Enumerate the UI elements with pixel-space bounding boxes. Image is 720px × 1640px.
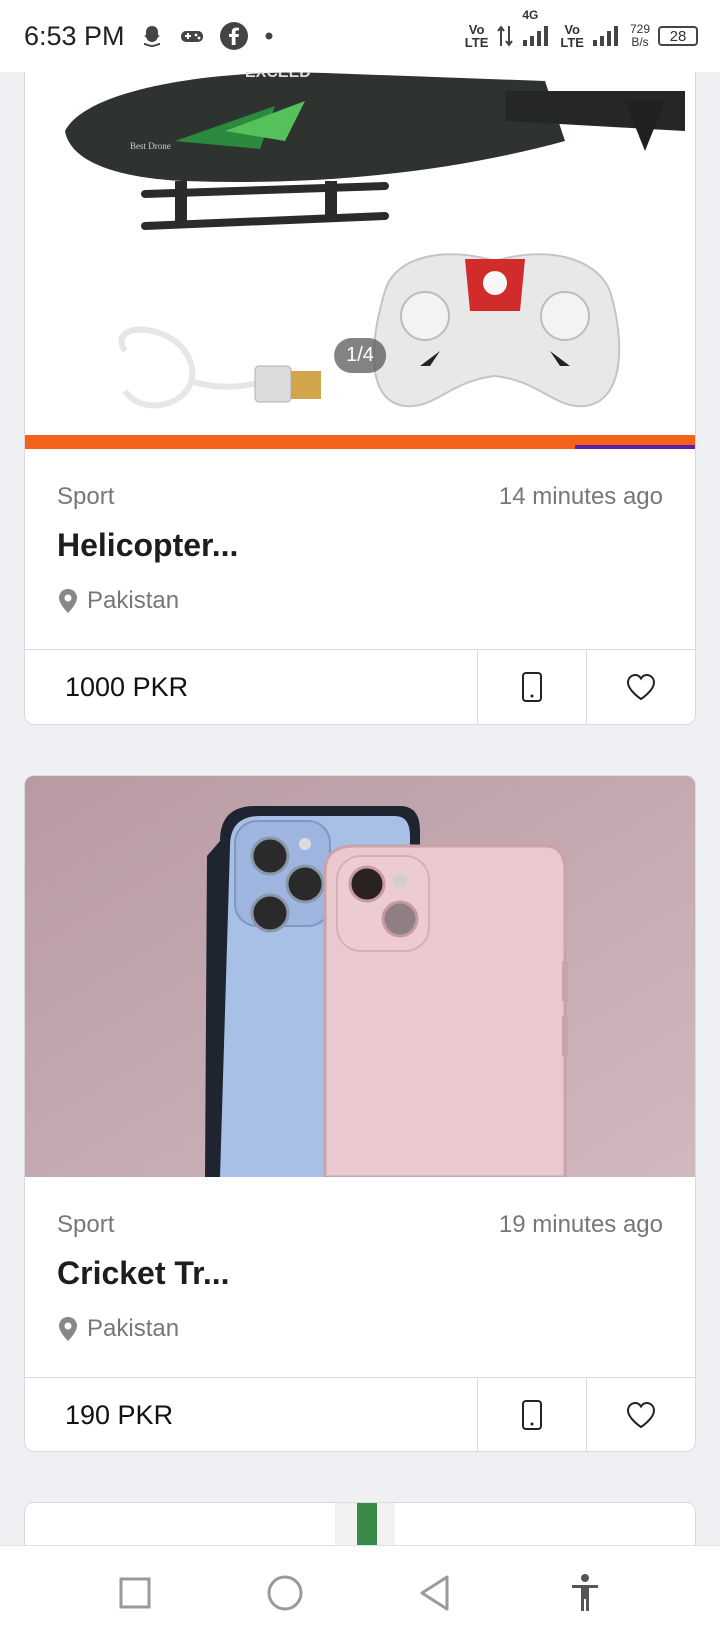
favorite-button[interactable] xyxy=(586,1378,695,1451)
battery-indicator: 28 xyxy=(658,26,698,46)
home-icon xyxy=(267,1575,303,1611)
net-speed: 729 B/s xyxy=(630,23,650,49)
heart-icon xyxy=(626,673,656,701)
call-button[interactable] xyxy=(477,1378,586,1451)
location-pin-icon xyxy=(59,1317,77,1341)
favorite-button[interactable] xyxy=(586,650,695,724)
status-time: 6:53 PM xyxy=(24,20,125,51)
snapchat-icon xyxy=(139,23,165,49)
listing-card[interactable]: Sport 19 minutes ago Cricket Tr... Pakis… xyxy=(24,775,696,1452)
network-type: 4G xyxy=(522,8,539,22)
system-nav-bar xyxy=(0,1545,720,1640)
accessibility-button[interactable] xyxy=(545,1553,625,1633)
image-brand-text-small: Best Drone xyxy=(130,141,171,151)
heart-icon xyxy=(626,1401,656,1429)
listing-category: Sport xyxy=(57,1211,115,1238)
listing-details[interactable]: Sport 19 minutes ago Cricket Tr... Pakis… xyxy=(25,1177,695,1377)
listing-location-text: Pakistan xyxy=(87,587,180,614)
volte-indicator-2: Vo LTE xyxy=(560,22,584,50)
signal-icon xyxy=(522,24,552,48)
home-button[interactable] xyxy=(245,1553,325,1633)
listing-title[interactable]: Cricket Tr... xyxy=(57,1255,230,1292)
net-speed-unit: B/s xyxy=(631,35,649,49)
volte-indicator-1: Vo LTE xyxy=(464,22,489,50)
listing-footer: 1000 PKR xyxy=(25,649,695,724)
signal-icon-2 xyxy=(592,24,622,48)
status-bar: 6:53 PM Vo LTE 4G Vo LTE 729 B/s 28 xyxy=(0,0,720,72)
image-counter: 1/4 xyxy=(334,338,386,373)
phone-icon xyxy=(522,1400,542,1430)
data-arrows-icon xyxy=(496,24,514,48)
facebook-icon xyxy=(219,21,249,51)
accessibility-icon xyxy=(572,1574,598,1611)
listing-card[interactable]: EXCEED Best Drone 1/4 Sport 14 minutes a… xyxy=(24,20,696,725)
game-controller-icon xyxy=(179,26,205,46)
listing-location: Pakistan xyxy=(57,587,179,615)
listing-time: 19 minutes ago xyxy=(498,1211,663,1238)
dot-icon xyxy=(263,30,275,42)
listing-time: 14 minutes ago xyxy=(498,483,663,510)
listing-price: 1000 PKR xyxy=(65,671,189,702)
listing-category: Sport xyxy=(57,483,115,510)
listing-image[interactable]: EXCEED Best Drone 1/4 xyxy=(25,21,695,449)
net-speed-value: 729 xyxy=(629,22,650,36)
image-progress-bar xyxy=(25,435,695,449)
back-icon xyxy=(420,1575,449,1611)
listing-location: Pakistan xyxy=(57,1315,179,1343)
back-button[interactable] xyxy=(395,1553,475,1633)
call-button[interactable] xyxy=(477,650,586,724)
phone-icon xyxy=(522,672,542,702)
listing-price: 190 PKR xyxy=(65,1399,174,1430)
listing-location-text: Pakistan xyxy=(87,1315,180,1342)
phones-image xyxy=(25,776,695,1177)
listing-details[interactable]: Sport 14 minutes ago Helicopter... Pakis… xyxy=(25,449,695,649)
listing-image[interactable] xyxy=(25,776,695,1177)
battery-level: 28 xyxy=(669,27,687,45)
location-pin-icon xyxy=(59,589,77,613)
helicopter-image: EXCEED Best Drone xyxy=(65,64,685,409)
recent-apps-button[interactable] xyxy=(95,1553,175,1633)
recent-apps-icon xyxy=(119,1577,151,1609)
listing-title[interactable]: Helicopter... xyxy=(57,527,238,564)
listing-footer: 190 PKR xyxy=(25,1377,695,1451)
